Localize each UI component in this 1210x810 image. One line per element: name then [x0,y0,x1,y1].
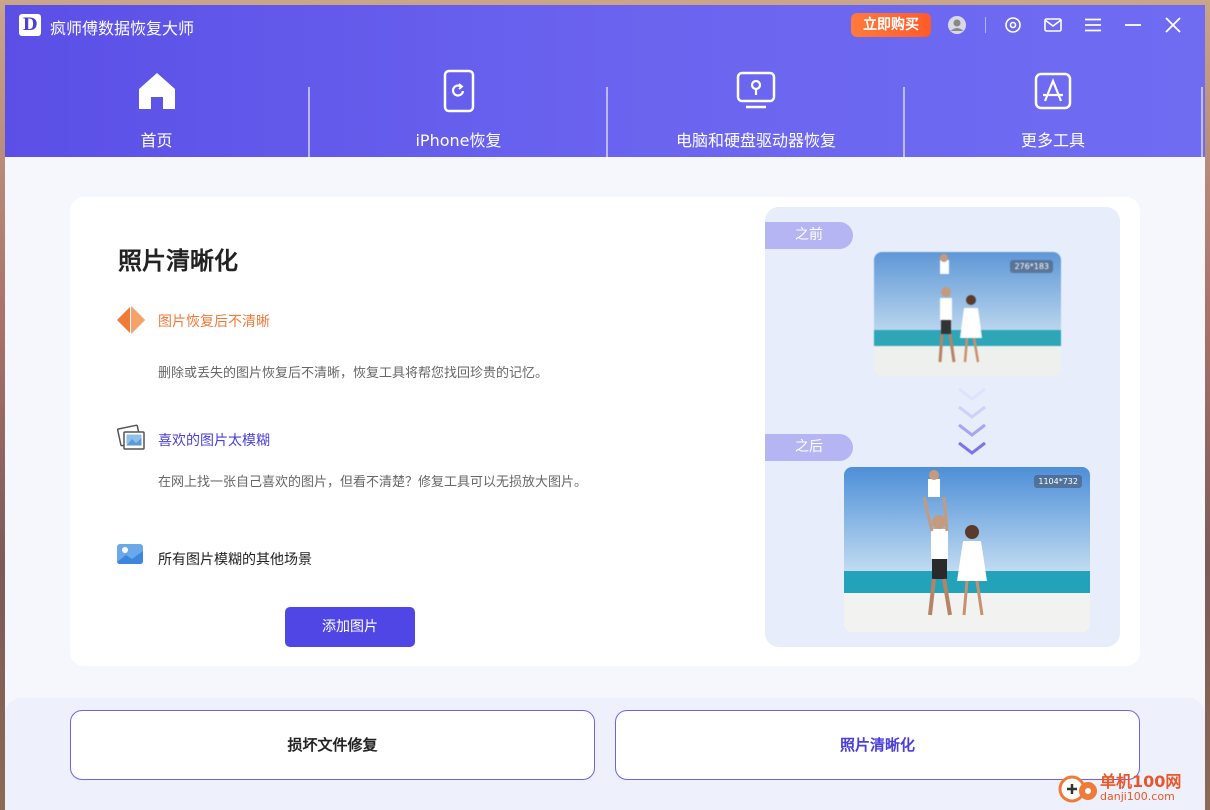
minimize-icon[interactable] [1122,14,1144,36]
preview-panel: 之前 276*183 之后 1104*732 [765,207,1120,647]
chevron-down-icon [955,385,989,461]
header: D 疯师傅数据恢复大师 立即购买 首页 iPhone恢复 电脑和硬盘驱动器恢复 … [5,5,1205,159]
app-window: D 疯师傅数据恢复大师 立即购买 首页 iPhone恢复 电脑和硬盘驱动器恢复 … [5,5,1205,810]
nav-divider [1201,87,1203,159]
menu-icon[interactable] [1082,14,1104,36]
page-title: 照片清晰化 [118,246,238,275]
feature-desc-1: 删除或丢失的图片恢复后不清晰，恢复工具将帮您找回珍贵的记忆。 [158,366,549,381]
close-icon[interactable] [1162,14,1184,36]
after-photo: 1104*732 [844,467,1090,632]
nav-home-label: 首页 [140,131,173,150]
image-icon [116,542,146,572]
diamond-icon [116,305,146,335]
after-resolution: 1104*732 [1034,475,1082,488]
titlebar-separator [985,17,986,33]
nav-more-tools[interactable]: 更多工具 [905,47,1201,157]
before-resolution: 276*183 [1010,260,1053,273]
title-bar: D 疯师傅数据恢复大师 立即购买 [5,5,1205,47]
watermark: 单机100网 danji100.com [1058,766,1208,808]
feature-card: 照片清晰化 图片恢复后不清晰 删除或丢失的图片恢复后不清晰，恢复工具将帮您找回珍… [70,197,1140,666]
mail-icon[interactable] [1042,14,1064,36]
feature-desc-2: 在网上找一张自己喜欢的图片，但看不清楚？修复工具可以无损放大图片。 [158,475,588,490]
app-logo: D [19,14,41,36]
main-nav: 首页 iPhone恢复 电脑和硬盘驱动器恢复 更多工具 [5,47,1205,159]
bottom-tools: 损坏文件修复 照片清晰化 [5,698,1205,810]
nav-computer-recovery[interactable]: 电脑和硬盘驱动器恢复 [608,47,904,157]
settings-icon[interactable] [1002,14,1024,36]
add-image-button[interactable]: 添加图片 [285,607,415,647]
after-tag: 之后 [765,434,853,461]
buy-now-button[interactable]: 立即购买 [851,13,931,37]
file-repair-button[interactable]: 损坏文件修复 [70,710,595,780]
nav-computer-label: 电脑和硬盘驱动器恢复 [675,131,836,150]
before-tag: 之前 [765,222,853,249]
before-photo: 276*183 [874,252,1061,376]
photos-icon [116,423,146,453]
feature-title-1: 图片恢复后不清晰 [158,314,270,330]
phone-recover-icon [437,69,481,117]
feature-title-2: 喜欢的图片太模糊 [158,433,270,449]
app-store-icon [1031,69,1075,117]
nav-more-label: 更多工具 [1020,131,1085,150]
watermark-url: danji100.com [1100,790,1175,803]
home-icon [135,69,179,117]
nav-iphone-label: iPhone恢复 [415,131,502,150]
nav-home[interactable]: 首页 [5,47,308,157]
watermark-text: 单机100网 [1100,772,1182,791]
app-title: 疯师傅数据恢复大师 [50,19,195,38]
computer-recover-icon [734,69,778,117]
user-icon[interactable] [946,14,968,36]
nav-iphone-recovery[interactable]: iPhone恢复 [310,47,607,157]
watermark-logo-icon [1058,775,1097,803]
feature-title-3: 所有图片模糊的其他场景 [158,552,312,568]
